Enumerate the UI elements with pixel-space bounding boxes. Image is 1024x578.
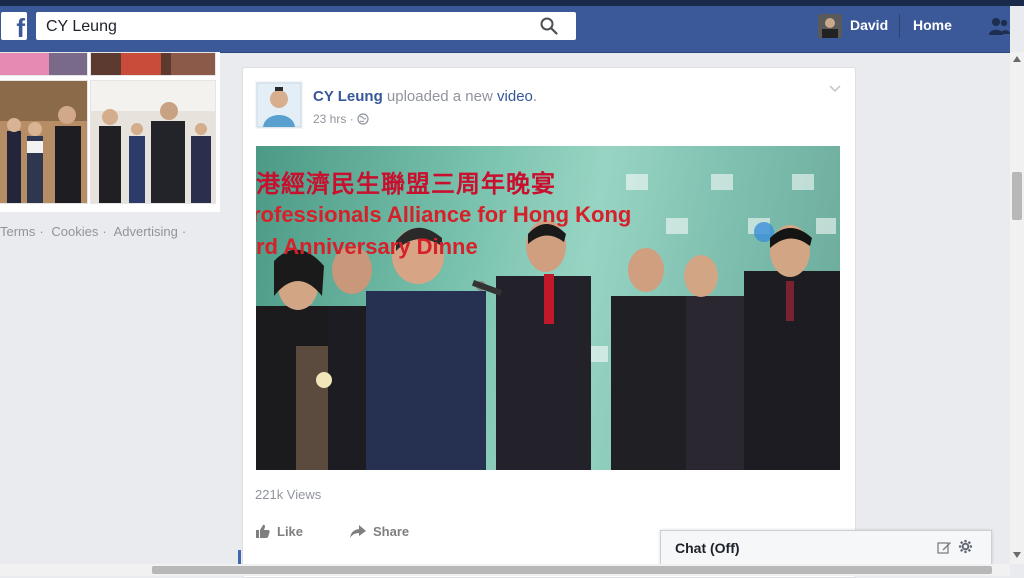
chat-bar[interactable]: Chat (Off): [660, 530, 992, 565]
video-banner-english-line2: rd Anniversary Dinne: [256, 234, 478, 259]
post-author-name[interactable]: CY Leung: [313, 88, 383, 105]
share-label: Share: [373, 523, 410, 539]
nav-user-name[interactable]: David: [850, 17, 888, 33]
scroll-up-icon[interactable]: [1013, 56, 1021, 62]
footer-separator: ·: [102, 224, 107, 239]
photo-thumbnail[interactable]: [0, 80, 88, 204]
share-arrow-icon: [350, 525, 366, 538]
share-button[interactable]: Share: [349, 523, 409, 539]
footer-link-cookies[interactable]: Cookies: [51, 224, 98, 239]
photo-image: [0, 81, 87, 203]
search-box[interactable]: [36, 12, 576, 40]
video-banner-chinese: 港經濟民生聯盟三周年晚宴: [256, 170, 556, 198]
user-avatar[interactable]: [818, 14, 842, 38]
post-timestamp[interactable]: 23 hrs: [313, 112, 346, 126]
top-navigation-bar: f David Home: [0, 0, 1024, 53]
post-video-link[interactable]: video: [497, 88, 533, 105]
chevron-down-icon[interactable]: [829, 84, 841, 94]
search-icon[interactable]: [540, 17, 558, 35]
like-button[interactable]: Like: [255, 523, 303, 539]
photo-grid: [0, 52, 220, 212]
photo-image: [91, 53, 215, 75]
post-header: CY Leung uploaded a new video.: [313, 88, 537, 105]
author-avatar-image: [255, 81, 303, 129]
search-input[interactable]: [44, 16, 528, 38]
compose-icon[interactable]: [937, 540, 952, 555]
photo-image: [0, 53, 87, 75]
footer-links: Terms · Cookies · Advertising ·: [0, 224, 190, 239]
video-player[interactable]: 港經濟民生聯盟三周年晚宴 rofessionals Alliance for H…: [256, 146, 840, 470]
author-avatar[interactable]: [255, 81, 303, 129]
photo-thumbnail[interactable]: [90, 80, 216, 204]
vertical-scrollbar[interactable]: [1010, 52, 1024, 564]
scroll-down-icon[interactable]: [1013, 552, 1021, 558]
globe-icon[interactable]: [357, 113, 369, 125]
gear-icon[interactable]: [958, 539, 973, 554]
post-header-period: .: [532, 88, 538, 105]
photo-thumbnail[interactable]: [0, 52, 88, 76]
friend-requests-icon[interactable]: [988, 16, 1010, 36]
video-view-count: 221k Views: [255, 487, 322, 502]
left-edge-indicator: [238, 550, 241, 564]
footer-link-terms[interactable]: Terms: [0, 224, 35, 239]
footer-separator: ·: [181, 224, 187, 239]
facebook-logo-icon[interactable]: f: [1, 12, 27, 40]
video-banner-english-line1: rofessionals Alliance for Hong Kong: [256, 202, 632, 227]
footer-separator: ·: [39, 224, 44, 239]
post-action-text: uploaded a new: [386, 88, 493, 105]
post-meta: 23 hrs ·: [313, 112, 369, 126]
thumbs-up-icon: [256, 524, 270, 538]
like-label: Like: [277, 523, 304, 539]
meta-separator: ·: [349, 112, 354, 126]
vertical-scroll-thumb[interactable]: [1012, 172, 1022, 220]
photo-image: [91, 81, 215, 203]
nav-divider: [899, 14, 900, 38]
horizontal-scroll-thumb[interactable]: [152, 566, 992, 574]
chat-status-label[interactable]: Chat (Off): [675, 540, 740, 556]
nav-home-link[interactable]: Home: [913, 17, 952, 33]
photo-thumbnail[interactable]: [90, 52, 216, 76]
footer-link-advertising[interactable]: Advertising: [114, 224, 178, 239]
post-card: CY Leung uploaded a new video. 23 hrs ·: [242, 67, 856, 578]
avatar-image: [818, 14, 842, 38]
top-edge-band: [0, 0, 1024, 6]
horizontal-scrollbar[interactable]: [0, 564, 1010, 576]
